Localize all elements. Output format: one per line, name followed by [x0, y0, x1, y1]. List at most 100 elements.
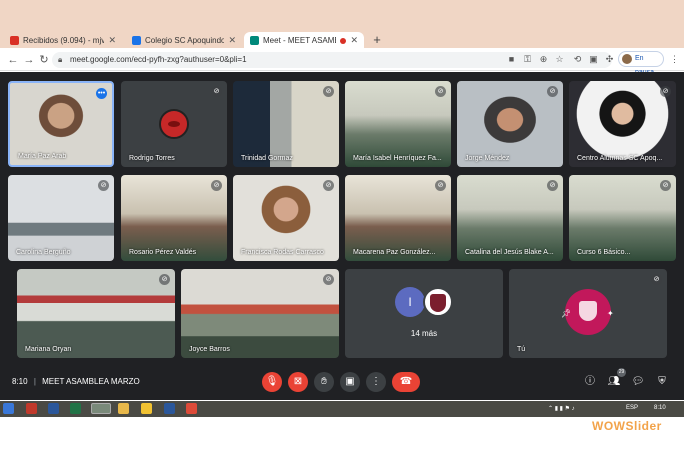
raise-hand-button[interactable]: ✋︎	[314, 372, 334, 392]
participant-tile[interactable]: ••• María Paz Arab	[8, 81, 114, 167]
recording-icon	[340, 37, 347, 44]
taskbar-clock[interactable]: 8:10	[654, 405, 666, 411]
avatar	[622, 54, 632, 64]
avatar: I	[395, 287, 425, 317]
puzzle-icon[interactable]: ✣	[603, 53, 616, 66]
meeting-info: 8:10 | MEET ASAMBLEA MARZO	[12, 377, 140, 386]
meet-icon	[250, 36, 259, 45]
participant-tile[interactable]: ⊘ Rosario Pérez Valdés	[121, 175, 227, 261]
participants-badge: 29	[617, 368, 626, 377]
participant-name: Rodrigo Torres	[129, 155, 175, 162]
menu-icon[interactable]: ⋮	[668, 53, 681, 66]
participant-tile[interactable]: ⊘ Joyce Barros	[181, 269, 339, 358]
mic-off-icon: ⊘	[547, 86, 558, 97]
new-tab-button[interactable]: +	[370, 33, 384, 47]
gmail-icon	[10, 36, 19, 45]
mic-off-icon: ⊘	[660, 86, 671, 97]
chat-icon[interactable]: 💬︎	[631, 375, 645, 389]
more-participants-label: 14 más	[410, 329, 438, 338]
participant-name: María Isabel Henríquez Fa...	[353, 155, 442, 162]
more-options-button[interactable]: ⋮	[366, 372, 386, 392]
mic-off-icon: ⊘	[323, 86, 334, 97]
app-icon[interactable]	[141, 403, 152, 414]
participant-name: Rosario Pérez Valdés	[129, 249, 197, 256]
mic-off-icon: ⊘	[211, 86, 222, 97]
participant-name: María Paz Arab	[18, 153, 67, 160]
participant-name: Catalina del Jesús Blake A...	[465, 249, 554, 256]
participant-tile[interactable]: ⊘ Catalina del Jesús Blake A...	[457, 175, 563, 261]
start-icon[interactable]	[3, 403, 14, 414]
excel-icon[interactable]	[70, 403, 81, 414]
participant-name: Curso 6 Básico...	[577, 249, 631, 256]
participant-tile[interactable]: ⊘ Curso 6 Básico...	[569, 175, 676, 261]
participant-name: Jorge Méndez	[465, 155, 510, 162]
self-tile[interactable]: ⊘ 📌︎ ✦ Tú	[509, 269, 667, 358]
participant-tile[interactable]: ⊘ Trinidad Gormaz	[233, 81, 339, 167]
forward-icon[interactable]: →	[22, 53, 36, 67]
word-icon[interactable]	[164, 403, 175, 414]
extension-icon[interactable]: ⟲	[571, 53, 584, 66]
tab-meet[interactable]: Meet - MEET ASAMBLEA MA ✕	[244, 32, 364, 49]
tab-title: Meet - MEET ASAMBLEA MA	[263, 36, 336, 45]
participant-tile[interactable]: ⊘ Rodrigo Torres	[121, 81, 227, 167]
participant-name: Macarena Paz González...	[353, 249, 436, 256]
mic-off-icon: ⊘	[211, 180, 222, 191]
mic-off-icon: ⊘	[435, 180, 446, 191]
folder-icon[interactable]	[118, 403, 129, 414]
meet-window-icon[interactable]	[91, 403, 111, 414]
word-icon[interactable]	[48, 403, 59, 414]
tab-title: Recibidos (9.094) - mjvillanueva@	[23, 36, 105, 45]
more-participants-tile[interactable]: I 14 más	[345, 269, 503, 358]
shield-icon[interactable]: ⛨	[655, 375, 669, 389]
profile-button[interactable]: En pausa	[618, 51, 664, 76]
key-icon[interactable]: ⚿	[521, 53, 534, 66]
mic-off-icon: ⊘	[323, 274, 334, 285]
participant-tile[interactable]: ⊘ Jorge Méndez	[457, 81, 563, 167]
extension-icon[interactable]: ▣	[587, 53, 600, 66]
mic-off-icon: ⊘	[435, 86, 446, 97]
language-indicator[interactable]: ESP	[626, 405, 638, 411]
camera-icon[interactable]: ■	[505, 53, 518, 66]
tab-calendar[interactable]: Colegio SC Apoquindo - Calendar ✕	[126, 32, 242, 49]
participant-name: Centro Alumnas SC Apoq...	[577, 155, 663, 162]
participant-name: Mariana Oryan	[25, 346, 72, 353]
close-icon[interactable]: ✕	[108, 35, 116, 46]
powerpoint-icon[interactable]	[26, 403, 37, 414]
participant-tile[interactable]: ⊘ Macarena Paz González...	[345, 175, 451, 261]
chrome-icon[interactable]	[186, 403, 197, 414]
participant-name: Trinidad Gormaz	[241, 155, 293, 162]
participant-tile[interactable]: ⊘ Mariana Oryan	[17, 269, 175, 358]
mic-toggle-button[interactable]: 🎙︎	[262, 372, 282, 392]
participant-tile[interactable]: ⊘ Carolina Berguño	[8, 175, 114, 261]
participant-tile[interactable]: ⊘ Centro Alumnas SC Apoq...	[569, 81, 676, 167]
effects-icon[interactable]: ✦	[607, 309, 614, 318]
leave-call-button[interactable]: ☎︎	[392, 372, 420, 392]
self-label: Tú	[517, 346, 526, 353]
mic-off-icon: ⊘	[159, 274, 170, 285]
calendar-icon	[132, 36, 141, 45]
speaking-icon: •••	[96, 88, 107, 99]
back-icon[interactable]: ←	[6, 53, 20, 67]
pin-icon[interactable]: 📌︎	[561, 309, 571, 318]
watermark-logo: WOWSlider	[592, 419, 662, 433]
close-icon[interactable]: ✕	[228, 35, 236, 46]
participant-name: Francisca Rodas Carrasco	[241, 249, 324, 256]
present-button[interactable]: ▣	[340, 372, 360, 392]
mic-off-icon: ⊘	[547, 180, 558, 191]
close-icon[interactable]: ✕	[350, 35, 358, 46]
info-icon[interactable]: ⓘ	[583, 375, 597, 389]
separator: |	[33, 377, 36, 386]
avatar	[565, 289, 611, 335]
mic-off-icon: ⊘	[98, 180, 109, 191]
participant-tile[interactable]: ⊘ María Isabel Henríquez Fa...	[345, 81, 451, 167]
tray-icons[interactable]: ⌃ ▮ ▮ ⚑ ♪	[548, 405, 575, 412]
zoom-icon[interactable]: ⊕	[537, 53, 550, 66]
lock-icon[interactable]: 🔒︎	[58, 55, 66, 65]
tab-gmail[interactable]: Recibidos (9.094) - mjvillanueva@ ✕	[4, 32, 122, 49]
reload-icon[interactable]: ↻	[37, 53, 51, 67]
star-icon[interactable]: ☆	[553, 53, 566, 66]
mic-off-icon: ⊘	[651, 274, 662, 285]
camera-toggle-button[interactable]: ⊠	[288, 372, 308, 392]
people-icon[interactable]: 👥︎	[607, 375, 621, 389]
participant-tile[interactable]: ⊘ Francisca Rodas Carrasco	[233, 175, 339, 261]
